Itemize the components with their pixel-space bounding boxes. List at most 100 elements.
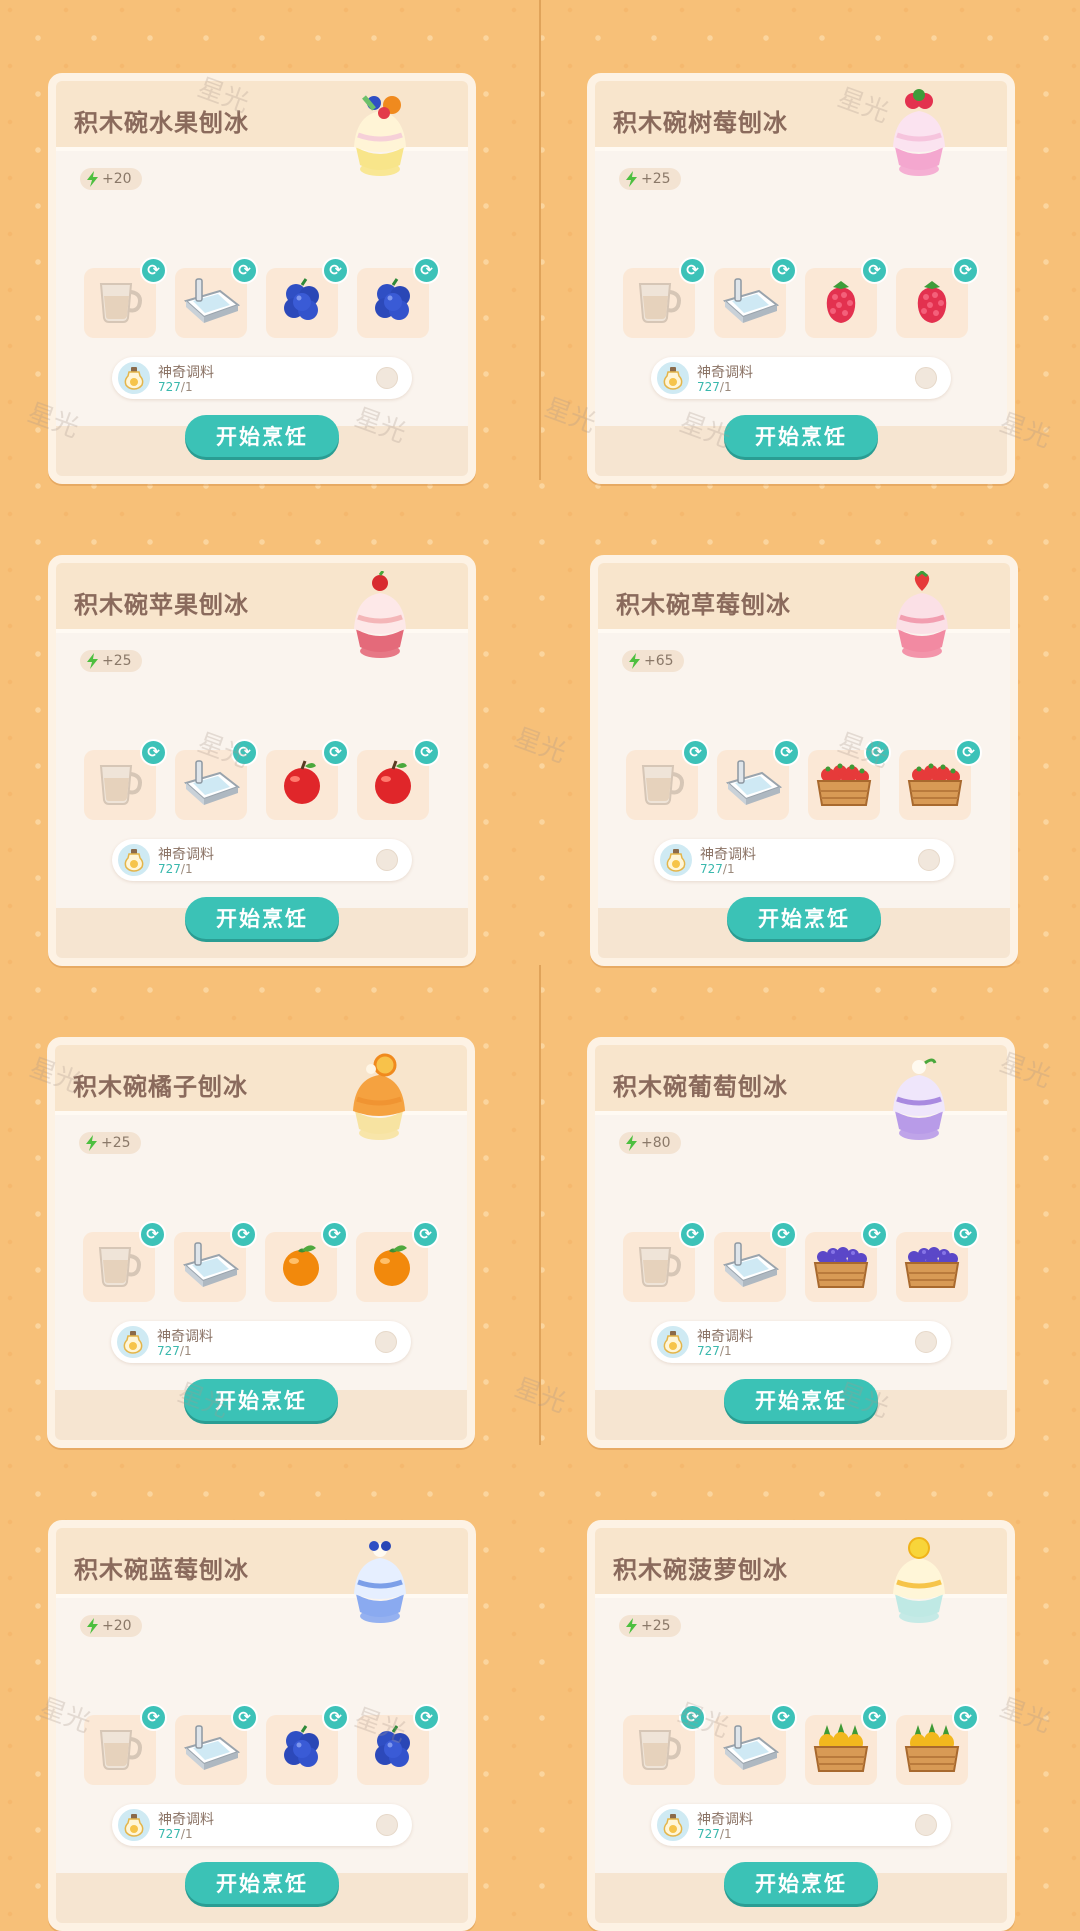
start-cooking-button[interactable]: 开始烹饪 [727,897,881,939]
seasoning-toggle[interactable] [375,1331,397,1353]
refresh-icon[interactable]: ⟳ [861,1221,888,1248]
refresh-icon[interactable]: ⟳ [679,1704,706,1731]
start-cooking-button[interactable]: 开始烹饪 [724,415,878,457]
ingredient-slot[interactable]: ⟳ [805,1704,888,1785]
raspberry-icon [817,275,865,331]
refresh-icon[interactable]: ⟳ [231,257,258,284]
ingredient-slot[interactable]: ⟳ [357,257,440,338]
start-cooking-button[interactable]: 开始烹饪 [185,1862,339,1904]
seasoning-toggle[interactable] [376,1814,398,1836]
strawberry-crate-icon [812,757,876,813]
grape-shaved-ice-icon [879,1053,959,1145]
refresh-icon[interactable]: ⟳ [321,1221,348,1248]
ingredient-slot[interactable]: ⟳ [623,257,706,338]
ingredient-slot[interactable]: ⟳ [356,1221,439,1302]
ingredient-slot[interactable]: ⟳ [83,1221,166,1302]
milk-cup-icon [90,1240,148,1294]
ingredient-slot[interactable]: ⟳ [357,739,440,820]
ingredient-slot[interactable]: ⟳ [623,1704,706,1785]
ingredient-slot[interactable]: ⟳ [805,1221,888,1302]
ingredient-slot[interactable]: ⟳ [84,1704,167,1785]
refresh-icon[interactable]: ⟳ [140,1704,167,1731]
energy-bolt-icon [629,653,640,669]
seasoning-toggle[interactable] [918,849,940,871]
start-cooking-button[interactable]: 开始烹饪 [724,1862,878,1904]
refresh-icon[interactable]: ⟳ [230,1221,257,1248]
start-cooking-button[interactable]: 开始烹饪 [185,415,339,457]
refresh-icon[interactable]: ⟳ [413,257,440,284]
ingredient-slot[interactable]: ⟳ [808,739,891,820]
ingredient-slot[interactable]: ⟳ [714,1704,797,1785]
seasoning-toggle[interactable] [915,1331,937,1353]
start-cooking-button[interactable]: 开始烹饪 [184,1379,338,1421]
refresh-icon[interactable]: ⟳ [952,257,979,284]
ingredient-slot[interactable]: ⟳ [266,1704,349,1785]
seasoning-option[interactable]: 神奇调料 727/1 [654,839,954,881]
refresh-icon[interactable]: ⟳ [231,739,258,766]
refresh-icon[interactable]: ⟳ [679,257,706,284]
seasoning-option[interactable]: 神奇调料 727/1 [651,1804,951,1846]
ingredient-slot[interactable]: ⟳ [899,739,982,820]
seasoning-owned: 727 [158,862,181,876]
refresh-icon[interactable]: ⟳ [770,1221,797,1248]
energy-value: +20 [102,1618,132,1634]
refresh-icon[interactable]: ⟳ [861,257,888,284]
start-cooking-button[interactable]: 开始烹饪 [724,1379,878,1421]
energy-badge: +80 [619,1132,681,1154]
seasoning-owned: 727 [158,1827,181,1841]
refresh-icon[interactable]: ⟳ [952,1221,979,1248]
seasoning-option[interactable]: 神奇调料 727/1 [112,1804,412,1846]
ingredient-slot[interactable]: ⟳ [805,257,888,338]
refresh-icon[interactable]: ⟳ [773,739,800,766]
refresh-icon[interactable]: ⟳ [770,257,797,284]
ingredient-slot[interactable]: ⟳ [896,1704,979,1785]
ingredient-slot[interactable]: ⟳ [174,1221,257,1302]
refresh-icon[interactable]: ⟳ [955,739,982,766]
ingredient-slot[interactable]: ⟳ [265,1221,348,1302]
refresh-icon[interactable]: ⟳ [322,1704,349,1731]
refresh-icon[interactable]: ⟳ [322,257,349,284]
start-cooking-button[interactable]: 开始烹饪 [185,897,339,939]
ingredient-slot[interactable]: ⟳ [896,257,979,338]
refresh-icon[interactable]: ⟳ [139,1221,166,1248]
refresh-icon[interactable]: ⟳ [952,1704,979,1731]
ingredient-slot[interactable]: ⟳ [717,739,800,820]
refresh-icon[interactable]: ⟳ [413,739,440,766]
ingredient-slot[interactable]: ⟳ [896,1221,979,1302]
seasoning-option[interactable]: 神奇调料 727/1 [112,839,412,881]
seasoning-option[interactable]: 神奇调料 727/1 [651,357,951,399]
ingredient-slot[interactable]: ⟳ [175,1704,258,1785]
ingredient-slot[interactable]: ⟳ [84,739,167,820]
ingredient-slot[interactable]: ⟳ [623,1221,706,1302]
refresh-icon[interactable]: ⟳ [682,739,709,766]
seasoning-toggle[interactable] [376,849,398,871]
refresh-icon[interactable]: ⟳ [864,739,891,766]
refresh-icon[interactable]: ⟳ [861,1704,888,1731]
seasoning-toggle[interactable] [376,367,398,389]
refresh-icon[interactable]: ⟳ [679,1221,706,1248]
seasoning-option[interactable]: 神奇调料 727/1 [112,357,412,399]
refresh-icon[interactable]: ⟳ [322,739,349,766]
seasoning-toggle[interactable] [915,1814,937,1836]
refresh-icon[interactable]: ⟳ [140,739,167,766]
seasoning-option[interactable]: 神奇调料 727/1 [111,1321,411,1363]
ingredient-slot[interactable]: ⟳ [357,1704,440,1785]
refresh-icon[interactable]: ⟳ [412,1221,439,1248]
refresh-icon[interactable]: ⟳ [413,1704,440,1731]
ingredient-slot[interactable]: ⟳ [266,257,349,338]
ingredient-slot[interactable]: ⟳ [175,739,258,820]
ingredient-slot[interactable]: ⟳ [175,257,258,338]
seasoning-toggle[interactable] [915,367,937,389]
recipe-card: 积木碗菠萝刨冰 +25 ⟳ ⟳ ⟳ ⟳ 神奇调料 727/1 开始烹饪 [587,1520,1015,1931]
ingredient-slot[interactable]: ⟳ [626,739,709,820]
ingredient-slot[interactable]: ⟳ [84,257,167,338]
ingredient-slot[interactable]: ⟳ [266,739,349,820]
energy-bolt-icon [626,1135,637,1151]
ingredient-slot[interactable]: ⟳ [714,1221,797,1302]
ingredient-slots: ⟳ ⟳ ⟳ ⟳ [83,1221,439,1302]
seasoning-option[interactable]: 神奇调料 727/1 [651,1321,951,1363]
refresh-icon[interactable]: ⟳ [231,1704,258,1731]
ingredient-slot[interactable]: ⟳ [714,257,797,338]
refresh-icon[interactable]: ⟳ [140,257,167,284]
refresh-icon[interactable]: ⟳ [770,1704,797,1731]
